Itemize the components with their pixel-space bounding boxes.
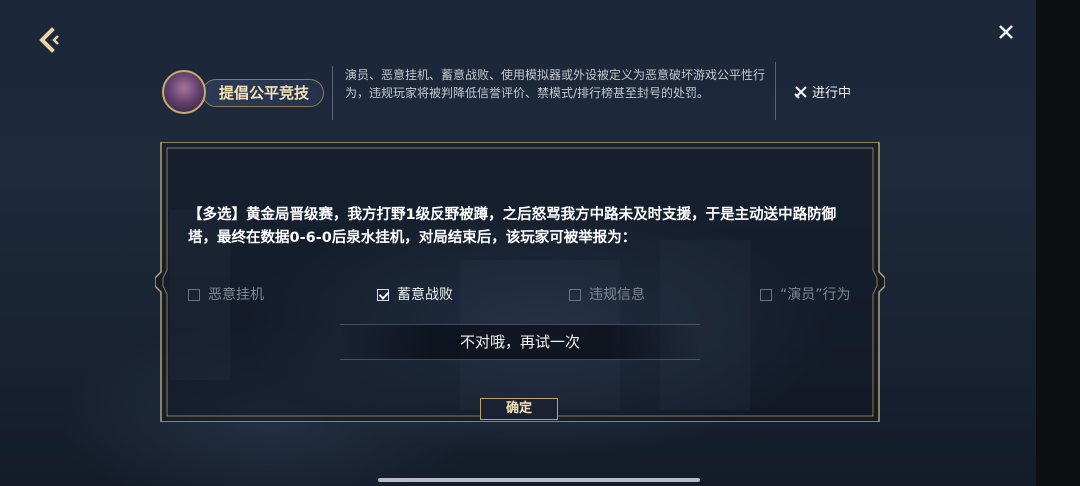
banner-description: 演员、恶意挂机、蓄意战败、使用模拟器或外设被定义为恶意破坏游戏公平性行为，违规玩…: [345, 68, 766, 100]
question-text: 【多选】黄金局晋级赛，我方打野1级反野被蹲，之后怒骂我方中路未及时支援，于是主动…: [188, 207, 837, 246]
feedback-message: 不对哦，再试一次: [340, 324, 700, 360]
back-button[interactable]: [34, 26, 64, 56]
dialog-frame: [155, 142, 885, 422]
back-chevron-icon: [39, 27, 59, 53]
close-icon: [999, 25, 1013, 39]
option-intentional-loss[interactable]: 蓄意战败: [377, 285, 453, 305]
divider: [775, 62, 776, 120]
option-label: “演员”行为: [780, 287, 851, 303]
status-text: 进行中: [812, 86, 852, 101]
option-label: 蓄意战败: [397, 287, 453, 303]
checkbox[interactable]: [760, 289, 772, 301]
status-indicator: 进行中: [794, 82, 851, 101]
option-afk[interactable]: 恶意挂机: [188, 285, 264, 305]
confirm-button[interactable]: 确定: [480, 398, 558, 420]
avatar: [162, 70, 206, 114]
screen-edge: [1036, 0, 1080, 486]
checkbox[interactable]: [188, 289, 200, 301]
option-violation-info[interactable]: 违规信息: [569, 285, 645, 305]
home-indicator[interactable]: [378, 478, 700, 482]
crossed-swords-icon: [794, 85, 808, 99]
option-actor-behavior[interactable]: “演员”行为: [760, 285, 851, 305]
banner-title: 提倡公平竞技: [202, 79, 325, 107]
fair-play-banner: 提倡公平竞技 演员、恶意挂机、蓄意战败、使用模拟器或外设被定义为恶意破坏游戏公平…: [162, 66, 774, 120]
option-label: 恶意挂机: [208, 287, 264, 303]
divider: [332, 66, 333, 120]
close-button[interactable]: [994, 20, 1018, 44]
quiz-dialog: [155, 142, 885, 422]
option-label: 违规信息: [589, 287, 645, 303]
checkbox[interactable]: [569, 289, 581, 301]
checkbox[interactable]: [377, 289, 389, 301]
